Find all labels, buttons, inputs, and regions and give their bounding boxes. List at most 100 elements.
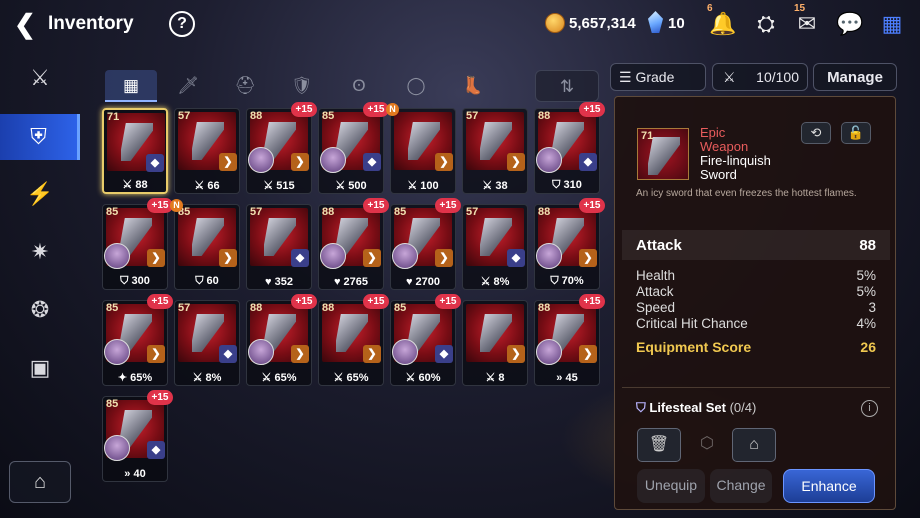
shield-icon[interactable]: ⛨ xyxy=(0,114,80,160)
inventory-item[interactable]: 57 ◆ ⚔ 8% xyxy=(462,204,528,290)
inventory-item[interactable]: 88 +15 ❯ ♥ 2765 xyxy=(318,198,389,290)
inventory-item[interactable]: 88 +15 ❯ ⛉ 70% xyxy=(534,198,605,290)
tab-weapon[interactable]: 🗡 xyxy=(162,70,214,102)
inventory-item[interactable]: 57 ◆ ⚔ 8% xyxy=(174,300,240,386)
item-detail-panel: 71 Epic Weapon Fire-linquish Sword ⟲ 🔓 A… xyxy=(614,96,896,510)
equipment-icon[interactable]: ⚔ xyxy=(22,60,58,96)
item-main-stat: ♥ 352 xyxy=(247,276,311,288)
new-badge: N xyxy=(386,103,399,116)
inventory-item[interactable]: N ❯ ⚔ 100 xyxy=(386,103,456,194)
item-main-stat: ⚔ 65% xyxy=(247,371,311,384)
stat-icon: ✦ xyxy=(117,372,128,384)
inventory-item[interactable]: 85 +15 ❯ ♥ 2700 xyxy=(390,198,461,290)
trash-icon[interactable]: 🗑 xyxy=(637,428,681,462)
friends-icon[interactable]: ⛭ xyxy=(750,9,782,39)
stat-value: 65% xyxy=(274,372,297,384)
share-icon[interactable]: ⟲ xyxy=(801,122,831,144)
inventory-item[interactable]: 57 ❯ ⚔ 38 xyxy=(462,108,528,194)
equipped-hero-avatar xyxy=(536,243,562,269)
menu-grid-icon[interactable]: ▦ xyxy=(876,9,908,39)
info-icon[interactable]: i xyxy=(861,400,878,417)
main-stat-value: 88 xyxy=(859,237,876,254)
stat-value: 65% xyxy=(346,372,369,384)
stat-icon: ⚔ xyxy=(480,276,491,288)
item-main-stat: ⚔ 60% xyxy=(391,371,455,384)
artifact-icon[interactable]: ✷ xyxy=(22,234,58,270)
inventory-item[interactable]: 88 +15 ❯ ⚔ 515 xyxy=(246,102,317,194)
tab-boots[interactable]: 👢 xyxy=(447,70,499,102)
set-icon: ◆ xyxy=(291,249,309,267)
inventory-item[interactable]: 88 +15 ❯ » 45 xyxy=(534,294,605,386)
set-icon: ❯ xyxy=(147,345,165,363)
enhance-level-badge: +15 xyxy=(363,198,389,213)
equipped-hero-avatar xyxy=(248,147,274,173)
sort-button[interactable]: ⇅ xyxy=(535,70,599,102)
manage-button[interactable]: Manage xyxy=(813,63,897,91)
divider xyxy=(622,387,890,388)
set-icon: ◆ xyxy=(579,153,597,171)
grade-filter-button[interactable]: ☰ Grade xyxy=(610,63,706,91)
item-main-stat: ♥ 2700 xyxy=(391,276,455,288)
storage-house-icon[interactable]: ⌂ xyxy=(9,461,71,503)
inventory-item[interactable]: 88 +15 ◆ ⛉ 310 xyxy=(534,102,605,194)
lock-icon[interactable]: 🔓 xyxy=(841,122,871,144)
item-level: 57 xyxy=(178,302,191,314)
tab-necklace[interactable]: ʘ xyxy=(333,70,385,102)
lifesteal-set-icon: ⛉ xyxy=(636,400,650,415)
help-icon[interactable]: ? xyxy=(169,11,195,37)
tab-all[interactable]: ▦ xyxy=(105,70,157,102)
stat-value: 300 xyxy=(131,275,150,287)
inventory-item[interactable]: 57 ❯ ⚔ 66 xyxy=(174,108,240,194)
set-icon: ◆ xyxy=(146,154,164,172)
item-grade: Epic Weapon xyxy=(700,125,749,154)
stat-value: 60% xyxy=(418,372,441,384)
inventory-item[interactable]: 85 +15 ◆ » 40 xyxy=(102,390,173,482)
item-level: 88 xyxy=(538,206,551,218)
item-level: 88 xyxy=(250,110,263,122)
stat-value: 60 xyxy=(206,275,219,287)
enhance-button[interactable]: Enhance xyxy=(783,469,875,503)
catalyst-icon[interactable]: ❂ xyxy=(22,292,58,328)
inventory-item[interactable]: 85 N ❯ ⛉ 60 xyxy=(170,199,240,290)
item-main-stat: ⛉ 300 xyxy=(103,275,167,288)
item-description: An icy sword that even freezes the hotte… xyxy=(636,188,857,199)
tab-ring[interactable]: ◯ xyxy=(390,70,442,102)
set-icon: ◆ xyxy=(435,345,453,363)
inventory-item[interactable]: 85 +15 ◆ ⚔ 500 xyxy=(318,102,389,194)
main-stat-label: Attack xyxy=(636,237,682,254)
inventory-item[interactable]: ❯ ⚔ 8 xyxy=(462,300,528,386)
lightning-icon[interactable]: ⚡ xyxy=(22,176,58,212)
tab-armor[interactable]: 🛡 xyxy=(276,70,328,102)
item-main-stat: » 45 xyxy=(535,372,599,384)
item-level: 57 xyxy=(466,206,479,218)
set-icon: ◆ xyxy=(147,441,165,459)
unequip-button[interactable]: Unequip xyxy=(637,469,705,503)
substat-row: Attack 5% xyxy=(636,284,876,300)
chat-icon[interactable]: 💬 xyxy=(834,9,866,39)
inventory-item[interactable]: 85 +15 ◆ ⚔ 60% xyxy=(390,294,461,386)
equipped-hero-avatar xyxy=(248,339,274,365)
change-button[interactable]: Change xyxy=(710,469,772,503)
stat-value: 8 xyxy=(498,372,505,384)
tab-helm[interactable]: ⛑ xyxy=(219,70,271,102)
chest-icon[interactable]: ▣ xyxy=(22,350,58,386)
inventory-item[interactable]: 57 ◆ ♥ 352 xyxy=(246,204,312,290)
item-level: 88 xyxy=(538,110,551,122)
substat-label: Critical Hit Chance xyxy=(636,316,748,331)
substat-label: Health xyxy=(636,268,676,283)
inventory-item[interactable]: 88 +15 ❯ ⚔ 65% xyxy=(318,294,389,386)
equipped-hero-avatar xyxy=(104,435,130,461)
inventory-item[interactable]: 88 +15 ❯ ⚔ 65% xyxy=(246,294,317,386)
set-icon: ❯ xyxy=(219,153,237,171)
inventory-item[interactable]: 85 +15 ❯ ⛉ 300 xyxy=(102,198,173,290)
inventory-item[interactable]: 71 ◆ ⚔ 88 xyxy=(102,108,168,194)
item-level: 85 xyxy=(322,110,335,122)
gold-coin-icon xyxy=(545,13,565,33)
set-name: Lifesteal Set xyxy=(649,400,726,415)
set-icon: ❯ xyxy=(435,153,453,171)
substat-row: Speed 3 xyxy=(636,300,876,316)
back-arrow-icon[interactable]: ❮ xyxy=(14,10,40,38)
inventory-item[interactable]: 85 +15 ❯ ✦ 65% xyxy=(102,294,173,386)
set-icon: ❯ xyxy=(435,249,453,267)
storage-icon[interactable]: ⌂ xyxy=(732,428,776,462)
